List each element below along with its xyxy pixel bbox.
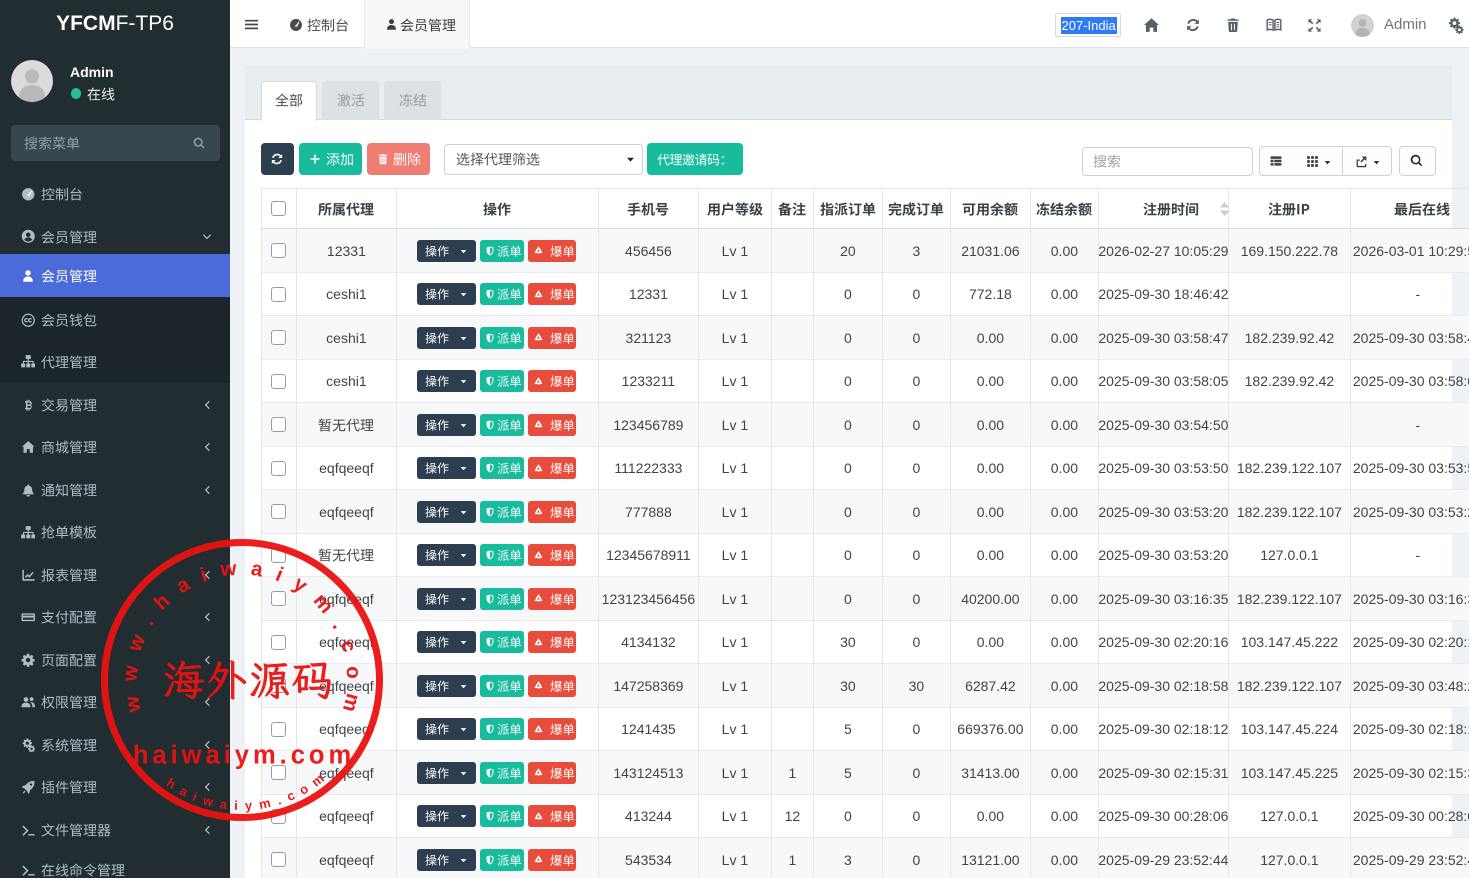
svg-text:www.haiwaiym.com: www.haiwaiym.com: [118, 556, 365, 727]
svg-text:haiwaiym.com: haiwaiym.com: [133, 742, 355, 770]
